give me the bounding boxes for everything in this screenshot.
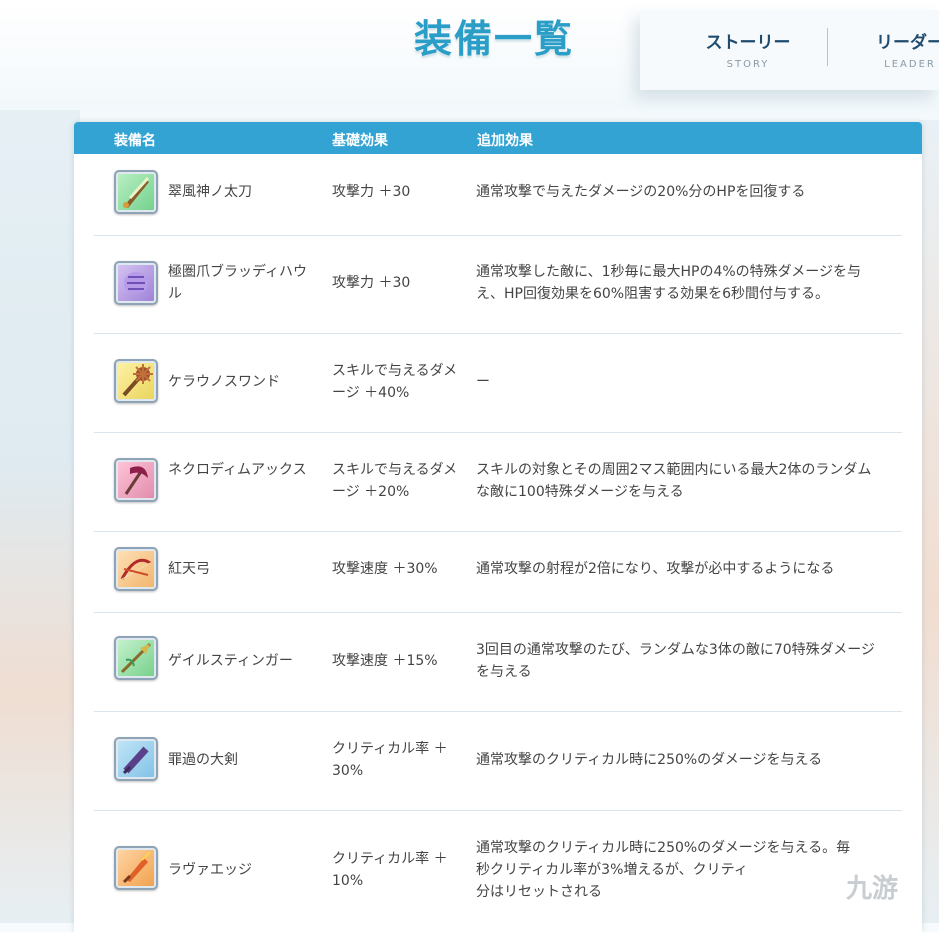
equipment-name: ケラウノスワンド [168, 374, 280, 390]
base-effect: スキルで与えるダメージ ＋20% [332, 462, 458, 500]
extra-effect: 3回目の通常攻撃のたび、ランダムな3体の敵に70特殊ダメージを与える [476, 642, 875, 680]
table-header: 装備名 基礎効果 追加効果 [74, 122, 922, 154]
red-bow-weapon-icon [114, 547, 158, 591]
nav-item-story[interactable]: ストーリー STORY [698, 28, 798, 70]
equipment-name: 紅天弓 [168, 561, 210, 577]
nav-leader-sub: LEADER [884, 59, 936, 70]
nav-divider [827, 28, 828, 66]
extra-effect: 通常攻撃のクリティカル時に250%のダメージを与える。毎秒クリティカル率が3%増… [476, 837, 856, 903]
equipment-name: 罪過の大剣 [168, 752, 238, 768]
table-row: 極圏爪ブラッディハウル 攻撃力 ＋30 通常攻撃した敵に、1秒毎に最大HPの4%… [94, 235, 902, 334]
purple-claw-weapon-icon [114, 261, 158, 305]
table-row: ケラウノスワンド スキルで与えるダメージ ＋40% ー [94, 333, 902, 433]
orange-blade-weapon-icon [114, 846, 158, 890]
top-nav: ストーリー STORY リーダー LEADER [640, 10, 939, 90]
spiked-wand-weapon-icon [114, 359, 158, 403]
extra-effect-main: 通常攻撃のクリティカル時に250%のダメージを与える。毎秒クリティカル率が3%増… [476, 840, 851, 878]
table-row: ラヴァエッジ クリティカル率 ＋10% 通常攻撃のクリティカル時に250%のダメ… [94, 810, 902, 920]
extra-effect: 通常攻撃の射程が2倍になり、攻撃が必中するようになる [476, 561, 835, 577]
base-effect: 攻撃力 ＋30 [332, 184, 411, 200]
extra-effect: ー [476, 374, 490, 390]
background-right [919, 120, 939, 923]
table-row: 罪過の大剣 クリティカル率 ＋30% 通常攻撃のクリティカル時に250%のダメー… [94, 711, 902, 811]
extra-effect-tail: 分はリセットされる [476, 884, 602, 900]
extra-effect: 通常攻撃した敵に、1秒毎に最大HPの4%の特殊ダメージを与え、HP回復効果を60… [476, 264, 861, 302]
header-base-effect: 基礎効果 [332, 133, 388, 149]
extra-effect: 通常攻撃のクリティカル時に250%のダメージを与える [476, 752, 823, 768]
green-blade-weapon-icon [114, 170, 158, 214]
table-row: 翠風神ノ太刀 攻撃力 ＋30 通常攻撃で与えたダメージの20%分のHPを回復する [94, 154, 902, 236]
equipment-name: ネクロディムアックス [168, 462, 307, 478]
equipment-name: ラヴァエッジ [168, 862, 252, 878]
purple-greatsword-weapon-icon [114, 737, 158, 781]
base-effect: 攻撃速度 ＋30% [332, 561, 438, 577]
background-left [0, 0, 80, 923]
extra-effect: スキルの対象とその周囲2マス範囲内にいる最大2体のランダムな敵に100特殊ダメー… [476, 462, 872, 500]
lance-weapon-icon [114, 636, 158, 680]
equipment-name: 極圏爪ブラッディハウル [168, 264, 308, 302]
base-effect: スキルで与えるダメージ ＋40% [332, 363, 458, 401]
table-row: 紅天弓 攻撃速度 ＋30% 通常攻撃の射程が2倍になり、攻撃が必中するようになる [94, 531, 902, 613]
base-effect: クリティカル率 ＋30% [332, 741, 448, 779]
base-effect: 攻撃速度 ＋15% [332, 653, 438, 669]
equipment-table: 装備名 基礎効果 追加効果 翠風神ノ太刀 攻撃力 ＋30 通常攻撃で与えたダメー… [74, 122, 922, 932]
header-name: 装備名 [114, 133, 156, 149]
nav-item-leader[interactable]: リーダー LEADER [860, 28, 939, 70]
watermark-logo: 九游 [846, 874, 899, 904]
nav-leader-label: リーダー [876, 33, 939, 53]
extra-effect: 通常攻撃で与えたダメージの20%分のHPを回復する [476, 184, 806, 200]
nav-story-label: ストーリー [705, 33, 791, 53]
base-effect: クリティカル率 ＋10% [332, 851, 448, 889]
table-row: ネクロディムアックス スキルで与えるダメージ ＋20% スキルの対象とその周囲2… [94, 432, 902, 532]
base-effect: 攻撃力 ＋30 [332, 275, 411, 291]
equipment-name: ゲイルスティンガー [168, 653, 293, 669]
page-title: 装備一覧 [414, 17, 575, 61]
table-row: ゲイルスティンガー 攻撃速度 ＋15% 3回目の通常攻撃のたび、ランダムな3体の… [94, 612, 902, 712]
scythe-axe-weapon-icon [114, 458, 158, 502]
equipment-name: 翠風神ノ太刀 [168, 184, 252, 200]
header-extra-effect: 追加効果 [477, 133, 533, 149]
nav-story-sub: STORY [726, 59, 770, 70]
